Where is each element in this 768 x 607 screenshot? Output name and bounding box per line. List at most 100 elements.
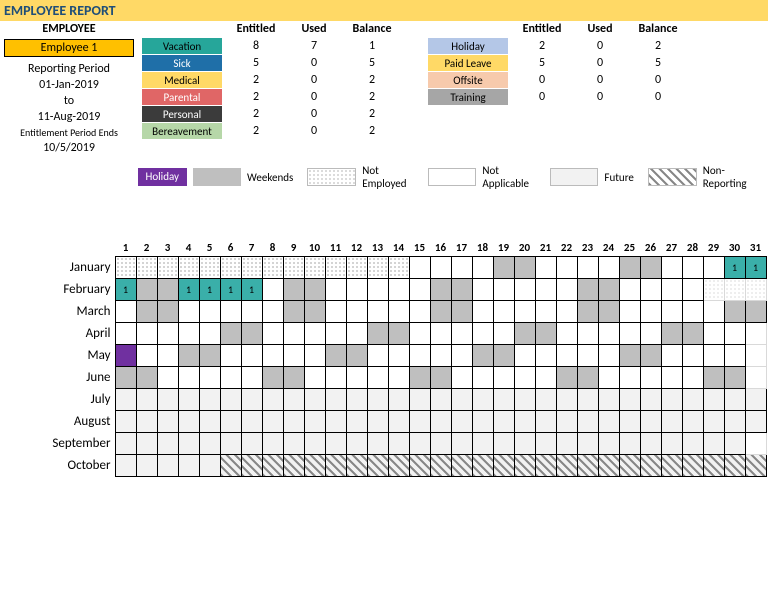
- num-cell: 2: [344, 72, 400, 89]
- day-cell: [682, 433, 703, 455]
- day-cell: [283, 257, 304, 279]
- day-cell: [199, 345, 220, 367]
- num-cell: 0: [286, 55, 342, 72]
- day-header: 28: [682, 240, 703, 257]
- day-cell: [724, 345, 745, 367]
- day-header: 29: [703, 240, 724, 257]
- day-cell: [535, 411, 556, 433]
- day-cell: [682, 345, 703, 367]
- day-cell: [556, 367, 577, 389]
- type-sick: Sick: [142, 55, 222, 72]
- day-cell: [241, 389, 262, 411]
- entitlement-label: Entitlement Period Ends: [4, 125, 134, 140]
- num-cell: 0: [572, 89, 628, 106]
- day-cell: [325, 455, 346, 477]
- num-cell: 2: [630, 38, 686, 55]
- day-header: 18: [472, 240, 493, 257]
- day-cell: [199, 301, 220, 323]
- day-cell: [115, 301, 136, 323]
- day-cell: [346, 257, 367, 279]
- num-cell: 5: [228, 55, 284, 72]
- day-cell: [409, 389, 430, 411]
- day-cell: [325, 367, 346, 389]
- type-personal: Personal: [142, 106, 222, 123]
- day-cell: [262, 389, 283, 411]
- day-cell: [241, 345, 262, 367]
- day-header: 12: [346, 240, 367, 257]
- day-cell: [157, 455, 178, 477]
- day-cell: [430, 279, 451, 301]
- day-header: 10: [304, 240, 325, 257]
- col-entitled: Entitled: [228, 21, 284, 38]
- day-cell: [598, 279, 619, 301]
- day-cell: [388, 455, 409, 477]
- day-cell: [157, 257, 178, 279]
- reporting-start: 01-Jan-2019: [4, 77, 134, 93]
- day-cell: [136, 323, 157, 345]
- day-cell: [262, 411, 283, 433]
- type-vacation: Vacation: [142, 38, 222, 55]
- day-cell: [304, 389, 325, 411]
- day-cell: [451, 411, 472, 433]
- day-cell: [703, 301, 724, 323]
- day-header: 30: [724, 240, 745, 257]
- day-cell: [661, 257, 682, 279]
- month-label: April: [40, 323, 115, 345]
- day-header: 21: [535, 240, 556, 257]
- legend-na-swatch: [428, 168, 477, 186]
- day-cell: [472, 257, 493, 279]
- day-cell: [220, 411, 241, 433]
- day-cell: [262, 345, 283, 367]
- day-cell: [241, 257, 262, 279]
- num-cell: 2: [228, 89, 284, 106]
- num-cell: 0: [572, 38, 628, 55]
- day-cell: [430, 455, 451, 477]
- day-cell: [199, 411, 220, 433]
- day-cell: [640, 433, 661, 455]
- day-cell: [262, 455, 283, 477]
- day-cell: [430, 257, 451, 279]
- day-cell: [514, 257, 535, 279]
- day-cell: 1: [724, 257, 745, 279]
- day-cell: [556, 323, 577, 345]
- day-cell: [724, 279, 745, 301]
- day-cell: [283, 345, 304, 367]
- day-cell: [409, 279, 430, 301]
- num-cell: 0: [630, 89, 686, 106]
- day-cell: [577, 455, 598, 477]
- day-header: 6: [220, 240, 241, 257]
- month-label: February: [40, 279, 115, 301]
- month-label: August: [40, 411, 115, 433]
- day-cell: [577, 389, 598, 411]
- day-header: 8: [262, 240, 283, 257]
- day-cell: [388, 279, 409, 301]
- day-cell: [472, 301, 493, 323]
- day-cell: [640, 389, 661, 411]
- day-cell: [514, 411, 535, 433]
- legend-future: Future: [604, 171, 633, 184]
- day-cell: [682, 257, 703, 279]
- day-header: 5: [199, 240, 220, 257]
- day-cell: [178, 411, 199, 433]
- day-cell: [661, 455, 682, 477]
- day-cell: [430, 411, 451, 433]
- day-cell: [346, 301, 367, 323]
- day-cell: [493, 389, 514, 411]
- day-cell: [157, 345, 178, 367]
- leave-types-2: HolidayPaid LeaveOffsiteTraining Entitle…: [428, 21, 686, 156]
- day-cell: [304, 455, 325, 477]
- day-cell: [472, 433, 493, 455]
- day-cell: [598, 345, 619, 367]
- num-cell: 8: [228, 38, 284, 55]
- legend-notemp-swatch: [307, 168, 356, 186]
- num-cell: 5: [630, 55, 686, 72]
- day-cell: [283, 389, 304, 411]
- day-cell: [514, 389, 535, 411]
- day-header: 23: [577, 240, 598, 257]
- day-cell: [745, 301, 766, 323]
- day-cell: [325, 279, 346, 301]
- day-cell: [598, 433, 619, 455]
- day-cell: [157, 301, 178, 323]
- legend-notemp: Not Employed: [362, 164, 413, 190]
- day-cell: [178, 367, 199, 389]
